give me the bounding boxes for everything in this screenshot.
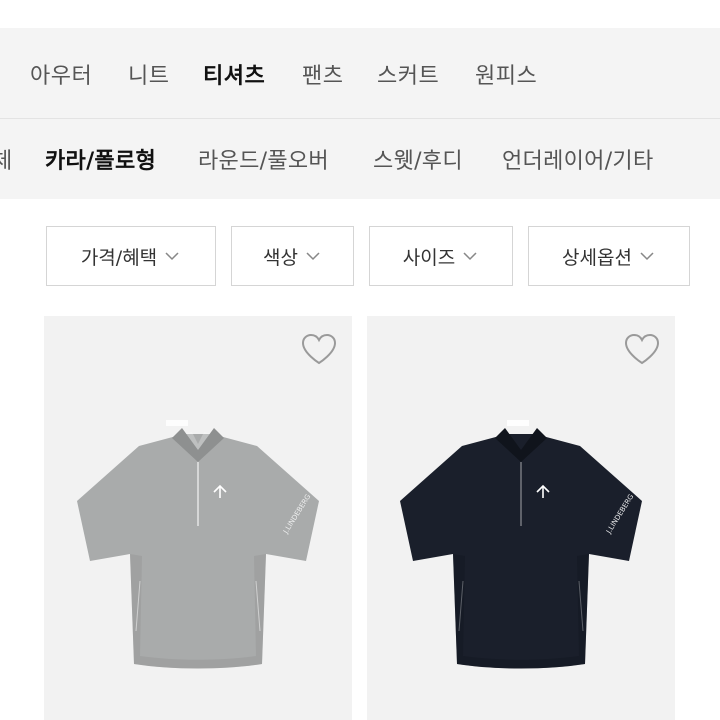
- heart-icon[interactable]: [623, 332, 661, 366]
- heart-icon[interactable]: [300, 332, 338, 366]
- sub-category-partial[interactable]: 체: [0, 143, 13, 175]
- sub-category-sweat-hoodie[interactable]: 스웻/후디: [373, 143, 463, 175]
- filter-price-button[interactable]: 가격/혜택: [46, 226, 216, 286]
- top-strip: [0, 0, 720, 28]
- sub-category-collar-polo[interactable]: 카라/폴로형: [45, 143, 156, 175]
- chevron-down-icon: [165, 252, 179, 261]
- main-category-onepiece[interactable]: 원피스: [475, 58, 537, 90]
- main-category-knit[interactable]: 니트: [128, 58, 169, 90]
- main-category-skirt[interactable]: 스커트: [377, 58, 439, 90]
- product-image-grey-polo[interactable]: J.LINDEBERG: [44, 406, 352, 696]
- filter-label: 가격/혜택: [80, 246, 158, 269]
- main-category-tshirt[interactable]: 티셔츠: [203, 58, 265, 90]
- chevron-down-icon: [463, 252, 477, 261]
- product-card[interactable]: J.LINDEBERG: [367, 316, 675, 720]
- chevron-down-icon: [640, 252, 654, 261]
- chevron-down-icon: [306, 252, 320, 261]
- filter-color-button[interactable]: 색상: [231, 226, 354, 286]
- filter-bar: 가격/혜택 색상 사이즈 상세옵션: [0, 226, 720, 286]
- filter-label: 사이즈: [402, 246, 456, 269]
- product-card[interactable]: J.LINDEBERG: [44, 316, 352, 720]
- filter-label: 색상: [263, 246, 298, 269]
- sub-category-nav: 체 카라/폴로형 라운드/풀오버 스웻/후디 언더레이어/기타: [0, 119, 720, 199]
- main-category-outer[interactable]: 아우터: [30, 58, 92, 90]
- sub-category-round-pullover[interactable]: 라운드/풀오버: [198, 143, 329, 175]
- product-image-navy-polo[interactable]: J.LINDEBERG: [367, 406, 675, 696]
- main-category-pants[interactable]: 팬츠: [302, 58, 343, 90]
- main-category-nav: 아우터 니트 티셔츠 팬츠 스커트 원피스: [0, 28, 720, 118]
- sub-category-underlayer-etc[interactable]: 언더레이어/기타: [502, 143, 654, 175]
- filter-label: 상세옵션: [562, 246, 632, 269]
- filter-detail-options-button[interactable]: 상세옵션: [528, 226, 690, 286]
- filter-size-button[interactable]: 사이즈: [369, 226, 513, 286]
